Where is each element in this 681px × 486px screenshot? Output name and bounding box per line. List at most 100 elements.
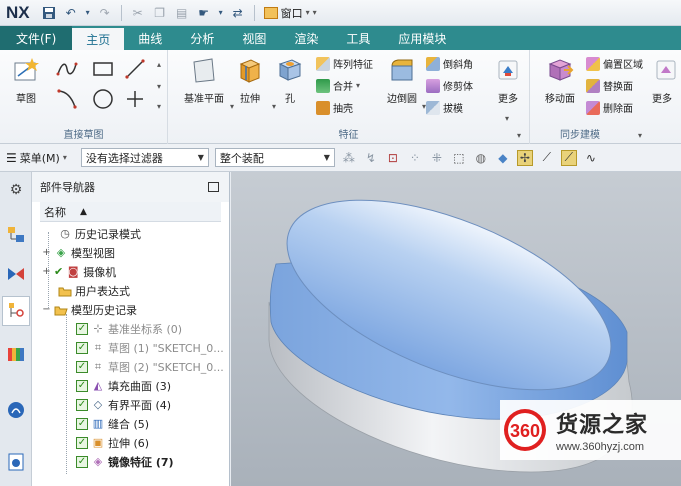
tree-node-sketch-1[interactable]: ✓ ⌗ 草图 (1) "SKETCH_0... (76, 338, 224, 357)
snap-line-icon[interactable]: ⟋ (539, 150, 555, 166)
tree-node-fill-surface[interactable]: ✓ ◭ 填充曲面 (3) (76, 376, 171, 395)
snap-curve-icon[interactable]: ∿ (583, 150, 599, 166)
sketch-button[interactable]: 草图 (4, 56, 48, 105)
selection-scope-combo[interactable]: 整个装配 ▼ (214, 148, 335, 167)
history-palette-icon[interactable] (6, 452, 26, 472)
tree-node-bounded-plane[interactable]: ✓ ◇ 有界平面 (4) (76, 395, 171, 414)
hole-button[interactable]: 孔 (268, 56, 312, 105)
tab-home[interactable]: 主页 (72, 26, 125, 50)
save-icon[interactable] (40, 4, 58, 22)
visibility-checkbox[interactable]: ✓ (76, 455, 88, 468)
extrude-button[interactable]: 拉伸 (228, 56, 272, 105)
customize-quick-access-icon[interactable]: ▾ (313, 8, 317, 17)
move-face-button[interactable]: 移动面 (538, 56, 582, 105)
circle-icon[interactable] (92, 88, 114, 110)
sketch-gallery-down-icon[interactable]: ▾ (157, 82, 161, 91)
tree-node-model-views[interactable]: + ◈ 模型视图 (42, 243, 115, 262)
arc-icon[interactable] (56, 88, 78, 110)
chamfer-button[interactable]: 倒斜角 (426, 56, 473, 71)
visibility-checkbox[interactable]: ✓ (76, 398, 88, 411)
paste-icon[interactable]: ▤ (173, 4, 191, 22)
draft-button[interactable]: 拔模 (426, 100, 463, 115)
tab-view[interactable]: 视图 (228, 26, 280, 50)
unite-button[interactable]: 合并 ▾ (316, 78, 360, 93)
sketch-gallery-up-icon[interactable]: ▴ (157, 60, 161, 69)
redo-icon[interactable]: ↷ (96, 4, 114, 22)
tab-applications[interactable]: 应用模块 (384, 26, 460, 50)
cut-icon[interactable]: ✂ (129, 4, 147, 22)
assembly-navigator-icon[interactable] (6, 224, 26, 244)
touch-dropdown-icon[interactable]: ▾ (217, 4, 225, 22)
visibility-checkbox[interactable]: ✓ (76, 379, 88, 392)
reuse-library-icon[interactable] (6, 344, 26, 364)
line-icon[interactable] (124, 58, 146, 80)
arc-spline-icon[interactable] (56, 58, 78, 80)
tree-node-cameras[interactable]: + ✔ ◙ 摄像机 (42, 262, 116, 281)
snap-endpoint-icon[interactable]: ⁂ (341, 150, 357, 166)
rectangle-icon[interactable] (92, 58, 114, 80)
feature-more-button[interactable]: 更多 (486, 56, 530, 105)
touch-mode-icon[interactable]: ☛ (195, 4, 213, 22)
group-expand-icon[interactable]: ▾ (638, 131, 642, 140)
undo-icon[interactable]: ↶ (62, 4, 80, 22)
selection-box-icon[interactable]: ⬚ (451, 150, 467, 166)
chevron-down-icon[interactable]: ▾ (505, 114, 509, 123)
menu-button[interactable]: ☰ 菜单(M) ▾ (6, 150, 67, 166)
group-label-sync-modeling: 同步建模 (560, 130, 600, 141)
snap-midpoint-icon[interactable]: ↯ (363, 150, 379, 166)
render-style-icon[interactable]: ◍ (473, 150, 489, 166)
offset-region-button[interactable]: 偏置区域 (586, 56, 643, 71)
sync-more-button[interactable]: 更多 (652, 56, 681, 105)
tree-node-history-mode[interactable]: ◷ 历史记录模式 (46, 224, 141, 243)
visibility-checkbox[interactable]: ✓ (76, 436, 88, 449)
tab-file[interactable]: 文件(F) (0, 26, 73, 50)
tree-node-extrude[interactable]: ✓ ▣ 拉伸 (6) (76, 433, 149, 452)
visibility-checkbox[interactable]: ✓ (76, 341, 88, 354)
sketch-gallery-more-icon[interactable]: ▾ (157, 102, 161, 111)
tree-node-model-history[interactable]: − 模型历史记录 (42, 300, 137, 319)
tree-node-sketch-2[interactable]: ✓ ⌗ 草图 (2) "SKETCH_0... (76, 357, 224, 376)
chevron-down-icon[interactable]: ▾ (356, 81, 360, 90)
collapse-minus-icon[interactable]: − (42, 304, 51, 315)
snap-grid-icon[interactable]: ✢ (516, 149, 533, 166)
tree-node-datum-csys[interactable]: ✓ ⊹ 基准坐标系 (0) (76, 319, 182, 338)
column-header-name[interactable]: 名称 ▲ (40, 202, 221, 222)
edge-blend-button[interactable]: 边倒圆 (380, 56, 424, 105)
replace-face-button[interactable]: 替换面 (586, 78, 633, 93)
trim-body-button[interactable]: 修剪体 (426, 78, 473, 93)
tree-node-user-expressions[interactable]: 用户表达式 (46, 281, 130, 300)
repeat-command-icon[interactable]: ⇄ (229, 4, 247, 22)
constraint-navigator-icon[interactable] (6, 264, 26, 284)
window-menu-button[interactable]: 窗口 ▾ ▾ (263, 5, 317, 21)
pattern-feature-button[interactable]: 阵列特征 (316, 56, 373, 71)
delete-face-button[interactable]: 删除面 (586, 100, 633, 115)
tab-render[interactable]: 渲染 (280, 26, 332, 50)
visibility-checkbox[interactable]: ✓ (76, 322, 88, 335)
snap-center-icon[interactable]: ⁜ (429, 150, 445, 166)
undo-dropdown-icon[interactable]: ▾ (84, 4, 92, 22)
shaded-icon[interactable]: ◆ (495, 150, 511, 166)
tree-node-mirror-feature[interactable]: ✓ ◈ 镜像特征 (7) (76, 452, 174, 471)
tab-curve[interactable]: 曲线 (124, 26, 176, 50)
web-browser-icon[interactable] (6, 400, 26, 420)
snap-point-icon[interactable]: ⁘ (407, 150, 423, 166)
expand-plus-icon[interactable]: + (42, 247, 51, 258)
copy-icon[interactable]: ❐ (151, 4, 169, 22)
visibility-checkbox[interactable]: ✓ (76, 417, 88, 430)
select-all-icon[interactable]: ⊡ (385, 150, 401, 166)
visibility-checkbox[interactable]: ✓ (76, 360, 88, 373)
watermark-logo: 360 (502, 407, 548, 453)
shell-button[interactable]: 抽壳 (316, 100, 353, 115)
maximize-icon[interactable] (208, 182, 219, 192)
tab-analysis[interactable]: 分析 (176, 26, 228, 50)
tree-node-sew[interactable]: ✓ ▥ 缝合 (5) (76, 414, 149, 433)
expand-plus-icon[interactable]: + (42, 266, 51, 277)
settings-gear-icon[interactable]: ⚙ (6, 180, 26, 200)
point-icon[interactable] (124, 88, 146, 110)
type-filter-combo[interactable]: 没有选择过滤器 ▼ (80, 148, 209, 167)
group-expand-icon[interactable]: ▾ (517, 131, 521, 140)
datum-plane-button[interactable]: 基准平面 (182, 56, 226, 105)
tab-tools[interactable]: 工具 (332, 26, 384, 50)
snap-tangent-icon[interactable]: ⟋ (560, 149, 577, 166)
part-navigator-icon[interactable] (2, 296, 30, 326)
